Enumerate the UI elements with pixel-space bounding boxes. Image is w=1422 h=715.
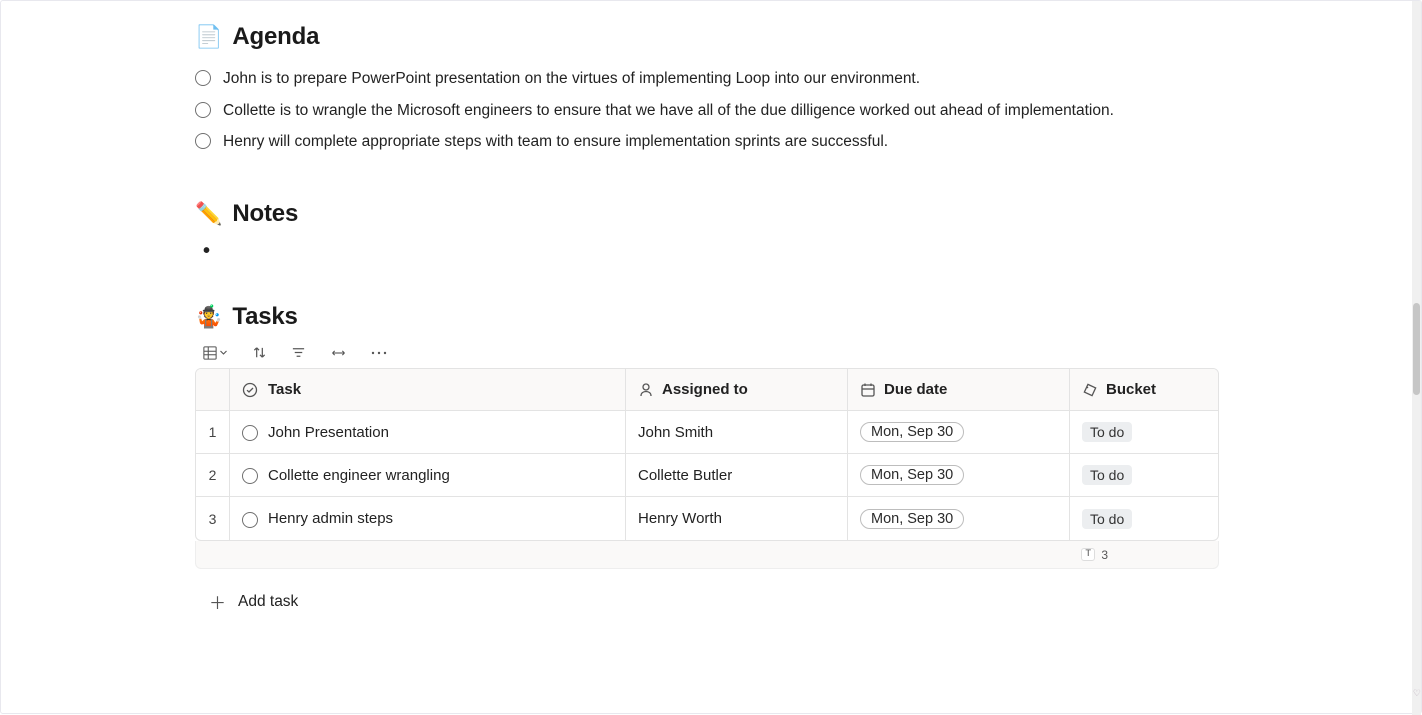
notes-heading[interactable]: ✏️ Notes: [195, 200, 1225, 228]
plus-icon: ＋: [209, 589, 226, 614]
due-header-label: Due date: [884, 381, 947, 398]
task-checkbox-icon[interactable]: [242, 468, 258, 484]
due-date-pill[interactable]: Mon, Sep 30: [860, 465, 964, 485]
bucket-pill[interactable]: To do: [1082, 422, 1132, 442]
task-name: Collette engineer wrangling: [268, 467, 450, 484]
agenda-item[interactable]: John is to prepare PowerPoint presentati…: [195, 63, 1225, 95]
chevron-down-icon: [219, 348, 228, 357]
agenda-item-text: Collette is to wrangle the Microsoft eng…: [223, 100, 1114, 122]
add-task-label: Add task: [238, 593, 298, 611]
table-row[interactable]: 2 Collette engineer wrangling Collette B…: [196, 454, 1218, 497]
assigned-name: John Smith: [638, 424, 713, 441]
task-checkbox-icon[interactable]: [242, 425, 258, 441]
task-table-toolbar: [203, 345, 1225, 360]
assigned-cell[interactable]: John Smith: [626, 411, 848, 453]
page-container: ♡ 📄 Agenda John is to prepare PowerPoint…: [0, 0, 1422, 714]
notes-title: Notes: [232, 200, 298, 228]
agenda-item[interactable]: Collette is to wrangle the Microsoft eng…: [195, 95, 1225, 127]
person-icon: [638, 382, 654, 398]
add-task-button[interactable]: ＋ Add task: [209, 589, 1225, 614]
task-column-header[interactable]: Task: [230, 369, 626, 410]
assigned-cell[interactable]: Henry Worth: [626, 497, 848, 540]
tag-icon: [1082, 382, 1098, 398]
table-summary-row: T 3: [195, 541, 1219, 569]
sort-icon: [252, 345, 267, 360]
task-name: John Presentation: [268, 424, 389, 441]
expand-button[interactable]: [330, 347, 347, 359]
assigned-cell[interactable]: Collette Butler: [626, 454, 848, 496]
bucket-column-header[interactable]: Bucket: [1070, 369, 1218, 410]
checkbox-circle-icon[interactable]: [195, 70, 211, 86]
task-table: Task Assigned to Due date Bucket: [195, 368, 1219, 541]
bucket-cell[interactable]: To do: [1070, 454, 1218, 496]
row-number: 2: [196, 454, 230, 496]
horizontal-arrows-icon: [330, 347, 347, 359]
due-date-pill[interactable]: Mon, Sep 30: [860, 422, 964, 442]
agenda-item-text: John is to prepare PowerPoint presentati…: [223, 68, 920, 90]
due-date-pill[interactable]: Mon, Sep 30: [860, 509, 964, 529]
agenda-checklist: John is to prepare PowerPoint presentati…: [195, 63, 1225, 158]
bucket-pill[interactable]: To do: [1082, 465, 1132, 485]
task-name: Henry admin steps: [268, 510, 393, 527]
task-cell[interactable]: Collette engineer wrangling: [230, 454, 626, 496]
tasks-heading[interactable]: 🤹 Tasks: [195, 303, 1225, 331]
filter-icon: [291, 345, 306, 360]
notes-empty-bullet[interactable]: •: [203, 240, 1225, 263]
agenda-item-text: Henry will complete appropriate steps wi…: [223, 131, 888, 153]
more-button[interactable]: [371, 347, 387, 359]
checkbox-circle-icon[interactable]: [195, 102, 211, 118]
document-emoji-icon: 📄: [195, 26, 222, 48]
table-row[interactable]: 1 John Presentation John Smith Mon, Sep …: [196, 411, 1218, 454]
vertical-scroll-thumb[interactable]: [1413, 303, 1420, 395]
bucket-header-label: Bucket: [1106, 381, 1156, 398]
due-cell[interactable]: Mon, Sep 30: [848, 454, 1070, 496]
summary-count: 3: [1101, 548, 1108, 562]
tasks-section: 🤹 Tasks: [195, 303, 1225, 614]
due-cell[interactable]: Mon, Sep 30: [848, 411, 1070, 453]
assigned-column-header[interactable]: Assigned to: [626, 369, 848, 410]
more-icon: [371, 347, 387, 359]
assigned-name: Collette Butler: [638, 467, 732, 484]
agenda-title: Agenda: [232, 23, 319, 51]
tasks-title: Tasks: [232, 303, 297, 331]
agenda-item[interactable]: Henry will complete appropriate steps wi…: [195, 126, 1225, 158]
table-row[interactable]: 3 Henry admin steps Henry Worth Mon, Sep…: [196, 497, 1218, 540]
task-checkbox-icon[interactable]: [242, 512, 258, 528]
document-content: 📄 Agenda John is to prepare PowerPoint p…: [195, 23, 1225, 614]
task-header-label: Task: [268, 381, 301, 398]
row-number-header: [196, 369, 230, 410]
sort-button[interactable]: [252, 345, 267, 360]
bucket-pill[interactable]: To do: [1082, 509, 1132, 529]
summary-badge: T: [1081, 548, 1095, 561]
view-switch-button[interactable]: [203, 346, 228, 360]
row-number: 3: [196, 497, 230, 540]
check-circle-icon: [242, 382, 258, 398]
checkbox-circle-icon[interactable]: [195, 133, 211, 149]
juggler-emoji-icon: 🤹: [195, 306, 222, 328]
filter-button[interactable]: [291, 345, 306, 360]
grid-icon: [203, 346, 217, 360]
task-cell[interactable]: Henry admin steps: [230, 497, 626, 540]
due-column-header[interactable]: Due date: [848, 369, 1070, 410]
calendar-icon: [860, 382, 876, 398]
agenda-section: 📄 Agenda John is to prepare PowerPoint p…: [195, 23, 1225, 158]
assigned-header-label: Assigned to: [662, 381, 748, 398]
bucket-cell[interactable]: To do: [1070, 411, 1218, 453]
task-cell[interactable]: John Presentation: [230, 411, 626, 453]
task-table-header: Task Assigned to Due date Bucket: [196, 369, 1218, 411]
pencil-emoji-icon: ✏️: [195, 203, 222, 225]
assigned-name: Henry Worth: [638, 510, 722, 527]
bucket-cell[interactable]: To do: [1070, 497, 1218, 540]
corner-decoration: ♡: [1413, 688, 1421, 699]
notes-section: ✏️ Notes •: [195, 200, 1225, 263]
due-cell[interactable]: Mon, Sep 30: [848, 497, 1070, 540]
agenda-heading[interactable]: 📄 Agenda: [195, 23, 1225, 51]
row-number: 1: [196, 411, 230, 453]
